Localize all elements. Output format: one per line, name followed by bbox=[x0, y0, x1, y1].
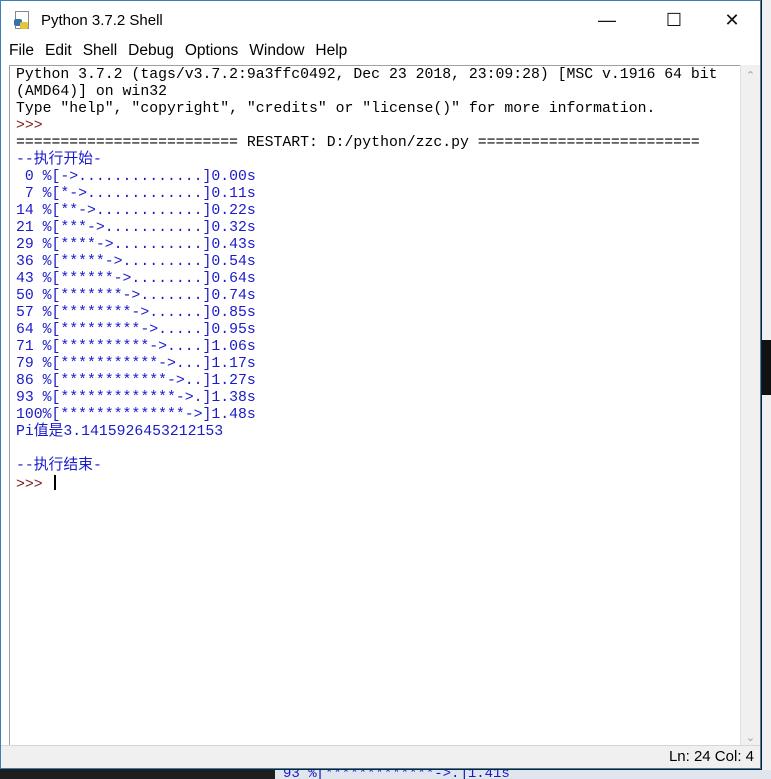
title-bar[interactable]: Python 3.7.2 Shell — ☐ ✕ bbox=[1, 1, 760, 39]
menu-bar: File Edit Shell Debug Options Window Hel… bbox=[1, 39, 760, 63]
shell-line-stdout: Pi值是3.1415926453212153 bbox=[16, 424, 224, 440]
idle-shell-window: Python 3.7.2 Shell — ☐ ✕ File Edit Shell… bbox=[0, 0, 761, 769]
scroll-up-icon[interactable]: ⌃ bbox=[741, 69, 760, 82]
text-cursor bbox=[53, 475, 56, 490]
shell-line-banner: ========================= RESTART: D:/py… bbox=[16, 135, 700, 151]
shell-line-stdout: 57 %[********->......]0.85s bbox=[16, 305, 256, 321]
menu-debug[interactable]: Debug bbox=[128, 42, 174, 60]
shell-line-stdout: 64 %[*********->.....]0.95s bbox=[16, 322, 256, 338]
shell-line-stdout: 100%[**************->]1.48s bbox=[16, 407, 256, 423]
shell-line-banner: Python 3.7.2 (tags/v3.7.2:9a3ffc0492, De… bbox=[16, 67, 718, 83]
shell-line-stdout: 93 %[*************->.]1.38s bbox=[16, 390, 256, 406]
window-title: Python 3.7.2 Shell bbox=[41, 11, 163, 29]
scroll-down-icon[interactable]: ⌄ bbox=[741, 731, 760, 744]
menu-edit[interactable]: Edit bbox=[45, 42, 72, 60]
background-window-text: 93 %[*************->.]1.41s bbox=[283, 770, 510, 779]
shell-line-stdout bbox=[16, 441, 718, 458]
shell-line-prompt: >>> bbox=[16, 118, 52, 134]
shell-line-banner: (AMD64)] on win32 bbox=[16, 84, 167, 100]
background-window: 93 %[*************->.]1.41s bbox=[275, 770, 771, 779]
shell-line-stdout: 86 %[************->..]1.27s bbox=[16, 373, 256, 389]
close-button[interactable]: ✕ bbox=[703, 1, 761, 39]
python-idle-icon[interactable] bbox=[13, 11, 31, 29]
shell-line-stdout: 21 %[***->...........]0.32s bbox=[16, 220, 256, 236]
shell-line-stdout: 0 %[->..............]0.00s bbox=[16, 169, 256, 185]
vertical-scrollbar[interactable]: ⌃ ⌄ bbox=[740, 65, 760, 748]
shell-prompt: >>> bbox=[16, 477, 52, 493]
cursor-position: Ln: 24 Col: 4 bbox=[668, 748, 754, 765]
shell-line-stdout: --执行开始- bbox=[16, 152, 102, 168]
shell-line-stdout: 29 %[****->..........]0.43s bbox=[16, 237, 256, 253]
status-bar: Ln: 24 Col: 4 bbox=[1, 745, 760, 768]
shell-line-stdout: 50 %[*******->.......]0.74s bbox=[16, 288, 256, 304]
menu-options[interactable]: Options bbox=[185, 42, 238, 60]
shell-line-stdout: 71 %[**********->....]1.06s bbox=[16, 339, 256, 355]
input-line[interactable]: >>> bbox=[16, 475, 718, 493]
shell-text-area[interactable]: Python 3.7.2 (tags/v3.7.2:9a3ffc0492, De… bbox=[9, 65, 741, 748]
shell-line-stdout: 43 %[******->........]0.64s bbox=[16, 271, 256, 287]
shell-line-stdout: 36 %[*****->.........]0.54s bbox=[16, 254, 256, 270]
menu-help[interactable]: Help bbox=[315, 42, 347, 60]
menu-file[interactable]: File bbox=[9, 42, 34, 60]
shell-output[interactable]: Python 3.7.2 (tags/v3.7.2:9a3ffc0492, De… bbox=[16, 67, 718, 493]
shell-line-stdout: 7 %[*->.............]0.11s bbox=[16, 186, 256, 202]
maximize-button[interactable]: ☐ bbox=[645, 1, 703, 39]
minimize-button[interactable]: — bbox=[578, 1, 636, 39]
shell-line-banner: Type "help", "copyright", "credits" or "… bbox=[16, 101, 656, 117]
menu-window[interactable]: Window bbox=[249, 42, 304, 60]
shell-line-stdout: 14 %[**->............]0.22s bbox=[16, 203, 256, 219]
shell-line-stdout: 79 %[***********->...]1.17s bbox=[16, 356, 256, 372]
background-window-edge bbox=[762, 0, 771, 779]
shell-line-stdout: --执行结束- bbox=[16, 458, 102, 474]
menu-shell[interactable]: Shell bbox=[83, 42, 117, 60]
